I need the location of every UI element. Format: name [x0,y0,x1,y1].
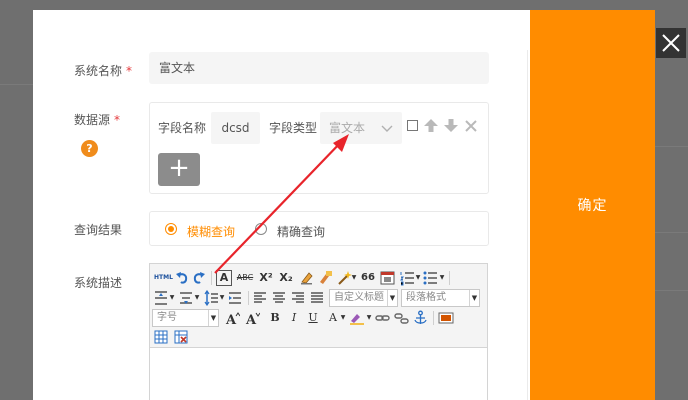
datasource-label: 数据源 * [74,113,121,127]
backdrop-divider [655,232,688,233]
align-left-icon[interactable] [253,290,267,306]
toolbar-separator [433,311,434,325]
scrollbar-track [527,50,528,400]
system-name-input[interactable]: 富文本 [149,52,489,84]
dialog-form: 系统名称 * 富文本 数据源 * ? 字段名称 dcsd 字段类型 富文本 + 查询… [33,10,530,400]
direction-icon[interactable] [228,290,242,306]
field-type-select[interactable]: 富文本 [320,112,402,144]
link-icon[interactable] [375,310,390,326]
magic-wand-icon[interactable] [337,270,352,286]
insert-table-icon[interactable] [154,329,168,345]
field-name-label: 字段名称 [158,121,207,135]
system-name-label: 系统名称 * [74,64,133,78]
required-mark: * [114,113,121,127]
dropdown-arrow-icon[interactable]: ▼ [351,270,357,286]
required-mark: * [126,64,133,78]
insert-date-icon[interactable] [380,270,395,286]
eraser-icon[interactable] [299,270,314,286]
unordered-list-icon[interactable] [423,270,437,286]
add-field-button[interactable]: + [158,153,200,186]
query-result-group: 模糊查询 精确查询 [149,211,489,246]
strikethrough-button[interactable]: ABC [236,270,254,286]
format-painter-icon[interactable] [318,270,333,286]
dropdown-arrow-icon[interactable]: ▼ [439,270,445,286]
redo-icon[interactable] [192,270,206,286]
html-source-button[interactable]: HTML [154,270,173,286]
editor-content-area[interactable] [150,349,487,400]
underline-button[interactable]: U [306,310,320,326]
align-justify-icon[interactable] [310,290,324,306]
blockquote-button[interactable]: 66 [360,270,376,286]
svg-text:A: A [225,313,237,326]
backdrop-divider [655,290,688,291]
align-right-icon[interactable] [291,290,305,306]
dropdown-arrow-icon[interactable]: ▼ [219,290,225,306]
confirm-button[interactable]: 确定 [530,10,655,400]
description-label: 系统描述 [74,276,123,290]
toolbar-separator [211,271,212,285]
toolbar-separator [449,271,450,285]
query-result-label: 查询结果 [74,223,123,237]
checkbox-icon[interactable] [407,120,418,131]
field-type-label: 字段类型 [269,121,318,135]
arrow-down-icon[interactable] [444,119,458,132]
backdrop-divider [655,146,688,147]
dropdown-arrow-icon[interactable]: ▼ [194,290,200,306]
font-size-value: 字号 [157,312,177,323]
dropdown-arrow-icon: ▼ [208,310,218,326]
superscript-button[interactable]: X² [258,270,274,286]
row-spacing-icon[interactable] [179,290,193,306]
fuzzy-query-label[interactable]: 模糊查询 [187,223,235,240]
paragraph-format-value: 段落格式 [406,292,446,303]
undo-icon[interactable] [175,270,189,286]
ordered-list-icon[interactable] [400,270,414,286]
bold-button[interactable]: B [268,310,282,326]
svg-text:A: A [245,313,257,326]
font-style-icon[interactable]: A [216,270,232,286]
help-icon[interactable]: ? [81,140,98,157]
chevron-down-icon [381,125,393,132]
radio-exact-query[interactable] [255,223,267,235]
unlink-icon[interactable] [394,310,409,326]
line-height-icon[interactable] [204,290,218,306]
image-icon[interactable] [438,310,454,326]
font-color-button[interactable]: A [326,310,340,326]
italic-button[interactable]: I [287,310,301,326]
delete-table-icon[interactable] [174,329,188,345]
paragraph-spacing-icon[interactable] [154,290,168,306]
align-center-icon[interactable] [272,290,286,306]
field-type-value: 富文本 [329,121,366,135]
field-name-input[interactable]: dcsd [211,112,260,144]
dropdown-arrow-icon: ▼ [469,290,479,306]
close-icon [662,34,680,52]
dropdown-arrow-icon[interactable]: ▼ [169,290,175,306]
anchor-icon[interactable] [413,310,428,326]
datasource-field-box: 字段名称 dcsd 字段类型 富文本 + [149,102,489,194]
arrow-up-icon[interactable] [424,119,438,132]
paragraph-format-select[interactable]: 段落格式 ▼ [401,289,480,307]
dropdown-arrow-icon[interactable]: ▼ [415,270,421,286]
modal-dialog: 系统名称 * 富文本 数据源 * ? 字段名称 dcsd 字段类型 富文本 + 查询… [33,10,655,400]
font-size-select[interactable]: 字号 ▼ [152,309,219,327]
dropdown-arrow-icon[interactable]: ▼ [340,310,346,326]
close-button[interactable] [656,28,686,58]
custom-title-select[interactable]: 自定义标题 ▼ [329,289,398,307]
exact-query-label[interactable]: 精确查询 [277,223,325,240]
dropdown-arrow-icon: ▼ [387,290,397,306]
highlight-icon[interactable] [349,310,365,326]
editor-toolbar: HTML A ABC X² X₂ ▼ 66 ▼ ▼ ▼ ▼ ▼ 自定义标题 ▼ … [150,264,487,348]
backdrop-divider [0,84,33,85]
confirm-label: 确定 [577,198,608,214]
radio-fuzzy-query[interactable] [165,223,177,235]
subscript-button[interactable]: X₂ [278,270,294,286]
increase-font-icon[interactable]: A [225,310,240,326]
toolbar-separator [248,291,249,305]
delete-icon[interactable] [465,120,477,132]
rich-text-editor: HTML A ABC X² X₂ ▼ 66 ▼ ▼ ▼ ▼ ▼ 自定义标题 ▼ … [149,263,488,400]
custom-title-value: 自定义标题 [334,292,384,303]
decrease-font-icon[interactable]: A [245,310,260,326]
dropdown-arrow-icon[interactable]: ▼ [366,310,372,326]
